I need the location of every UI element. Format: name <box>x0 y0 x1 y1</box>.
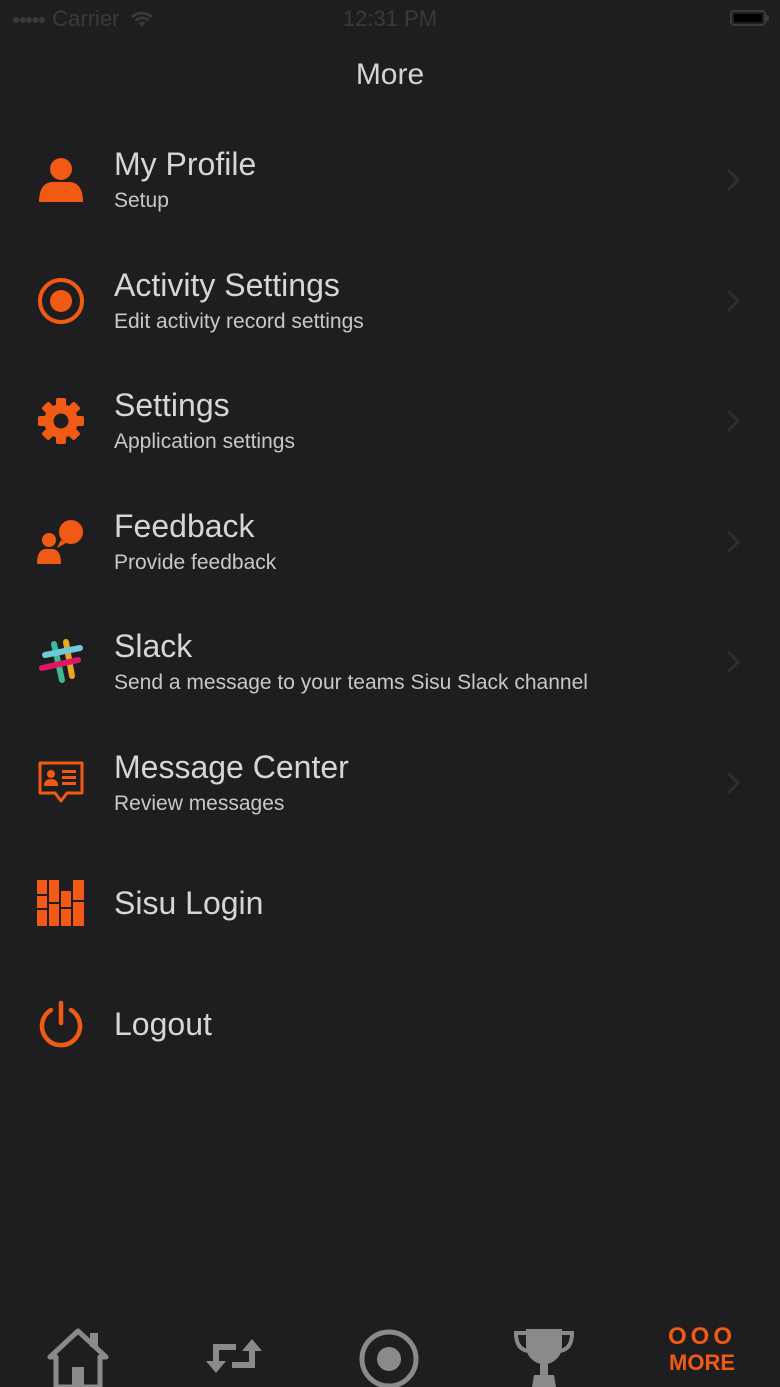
power-icon <box>36 999 86 1049</box>
menu-item-my-profile[interactable]: My Profile Setup <box>0 120 780 241</box>
menu-item-logout[interactable]: Logout <box>0 964 780 1085</box>
menu-item-title: Slack <box>114 628 193 665</box>
chevron-right-icon <box>726 651 740 674</box>
message-icon <box>36 758 86 808</box>
more-menu: My Profile Setup Activity Settings Edit … <box>0 120 780 1084</box>
chevron-right-icon <box>726 169 740 192</box>
tab-more-label: MORE <box>669 1350 735 1375</box>
menu-item-message-center[interactable]: Message Center Review messages <box>0 723 780 844</box>
menu-item-activity-settings[interactable]: Activity Settings Edit activity record s… <box>0 241 780 362</box>
chevron-right-icon <box>726 410 740 433</box>
record-icon <box>36 276 86 326</box>
menu-item-slack[interactable]: Slack Send a message to your teams Sisu … <box>0 602 780 723</box>
gear-icon <box>36 396 86 446</box>
more-icon: OOO <box>667 1323 736 1350</box>
tab-bar: OOO MORE <box>0 1307 780 1387</box>
menu-item-title: Message Center <box>114 748 349 785</box>
menu-item-title: Settings <box>114 387 230 424</box>
battery-icon <box>730 10 769 26</box>
menu-item-settings[interactable]: Settings Application settings <box>0 361 780 482</box>
tab-more[interactable]: OOO MORE <box>662 1325 742 1387</box>
menu-item-title: Logout <box>114 1005 212 1042</box>
menu-item-title: Activity Settings <box>114 266 340 303</box>
chevron-right-icon <box>726 530 740 553</box>
menu-item-subtitle: Setup <box>114 189 169 213</box>
tab-sync[interactable] <box>194 1325 274 1387</box>
record-icon <box>359 1329 419 1387</box>
slack-icon <box>36 637 86 687</box>
tab-home[interactable] <box>38 1325 118 1387</box>
menu-item-sisu-login[interactable]: Sisu Login <box>0 843 780 964</box>
menu-item-title: My Profile <box>114 146 257 183</box>
feedback-icon <box>36 517 86 567</box>
page-title: More <box>355 58 425 91</box>
tab-record[interactable] <box>349 1325 429 1387</box>
menu-item-title: Feedback <box>114 507 255 544</box>
menu-item-subtitle: Provide feedback <box>114 550 277 574</box>
status-time: 12:31 PM <box>342 6 438 31</box>
chevron-right-icon <box>726 771 740 794</box>
menu-item-subtitle: Application settings <box>114 430 295 454</box>
sync-icon <box>206 1339 262 1373</box>
home-icon <box>47 1328 109 1387</box>
person-icon <box>36 155 86 205</box>
menu-item-subtitle: Send a message to your teams Sisu Slack … <box>114 671 588 695</box>
sisu-logo-icon <box>36 878 86 928</box>
status-bar: ●●●●● Carrier 12:31 PM <box>0 0 780 38</box>
menu-item-title: Sisu Login <box>114 885 264 922</box>
trophy-icon <box>513 1329 575 1387</box>
tab-trophy[interactable] <box>504 1325 584 1387</box>
menu-item-subtitle: Review messages <box>114 791 285 815</box>
menu-item-subtitle: Edit activity record settings <box>114 309 364 333</box>
menu-item-feedback[interactable]: Feedback Provide feedback <box>0 482 780 603</box>
chevron-right-icon <box>726 289 740 312</box>
